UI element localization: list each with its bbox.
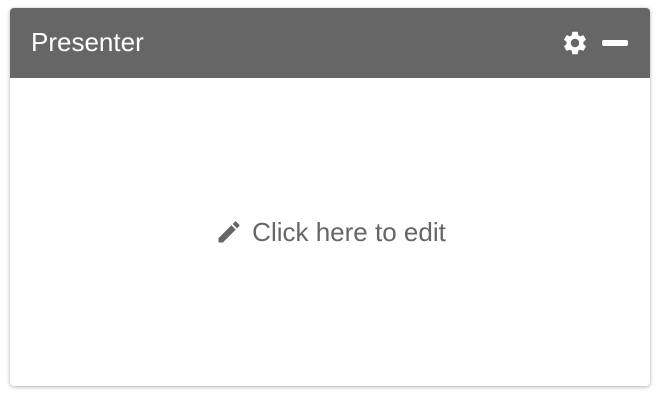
- gear-icon: [561, 29, 589, 57]
- edit-link[interactable]: Click here to edit: [214, 216, 446, 248]
- panel-title: Presenter: [31, 27, 144, 57]
- edit-label: Click here to edit: [252, 217, 446, 247]
- minus-icon: [601, 29, 629, 57]
- settings-button[interactable]: [560, 28, 590, 58]
- pencil-icon: [214, 217, 244, 247]
- panel-header: Presenter: [10, 8, 650, 78]
- minimize-button[interactable]: [600, 28, 630, 58]
- presenter-panel: Presenter Click here to edit: [10, 8, 650, 386]
- panel-body: Click here to edit: [10, 78, 650, 386]
